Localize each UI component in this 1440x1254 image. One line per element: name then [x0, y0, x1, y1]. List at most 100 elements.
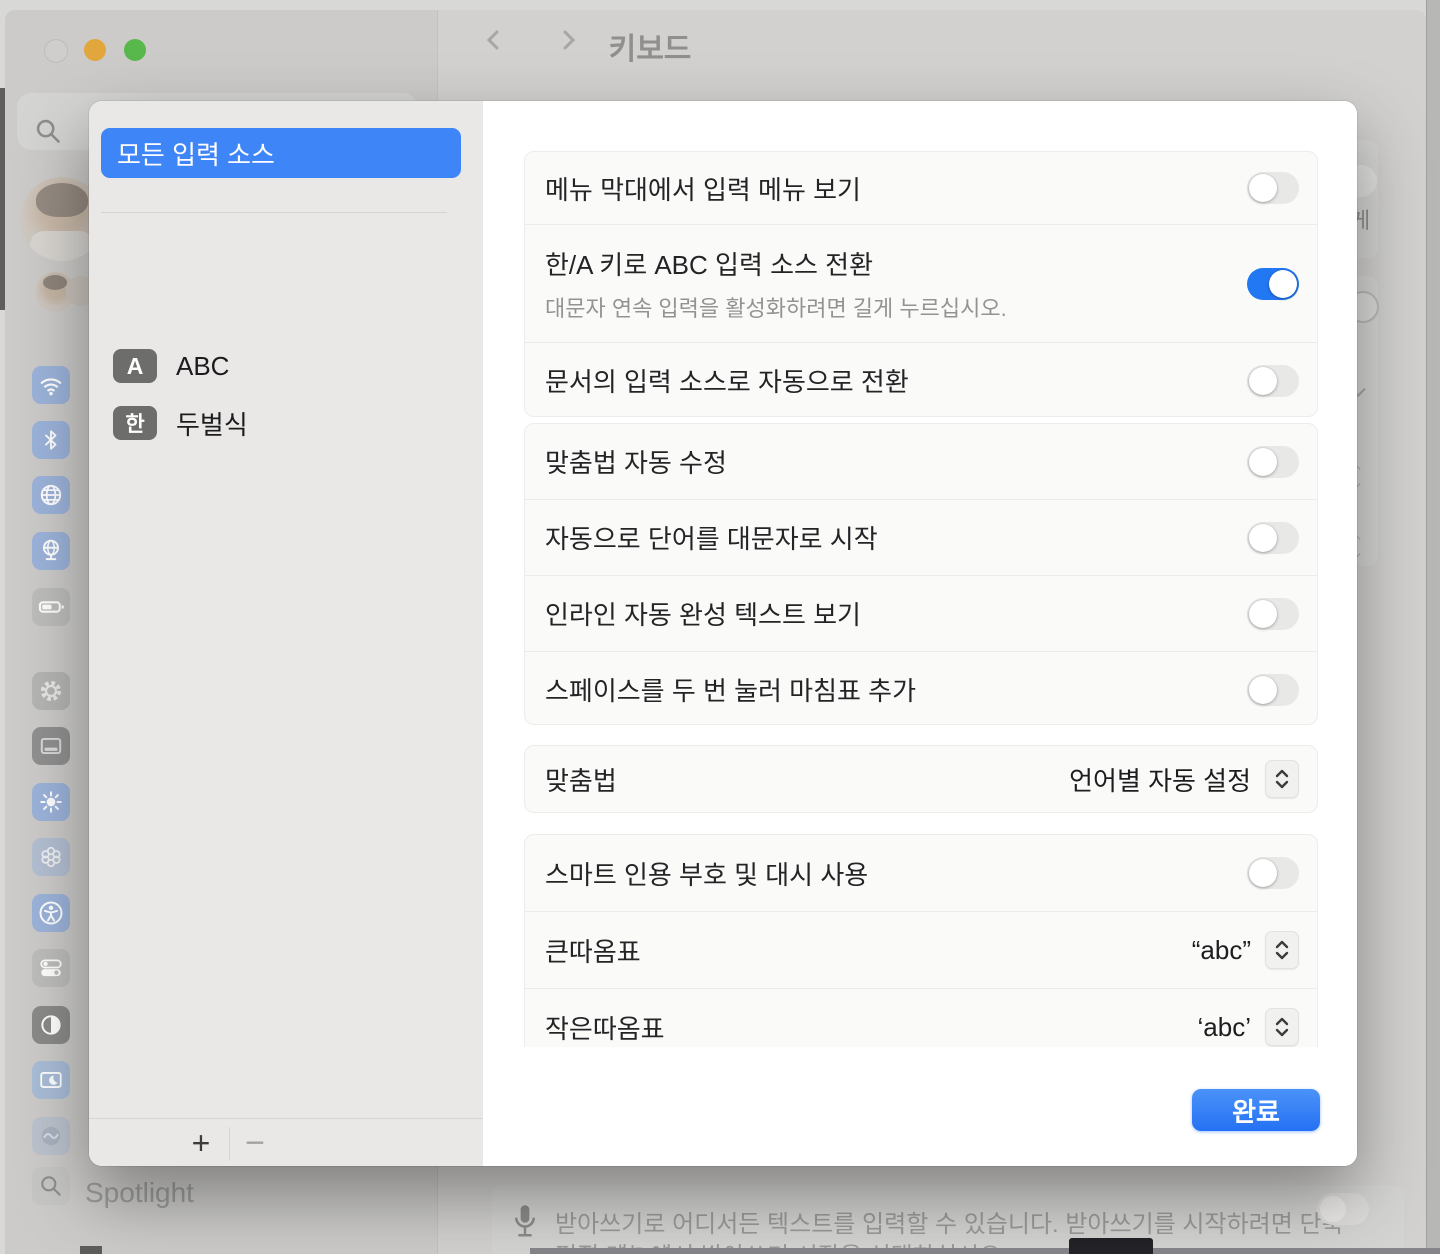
- sidebar-item-bluetooth[interactable]: [32, 421, 70, 459]
- settings-group-input-menu: 메뉴 막대에서 입력 메뉴 보기 한/A 키로 ABC 입력 소스 전환 대문자…: [524, 151, 1318, 417]
- setting-row: 맞춤법 언어별 자동 설정: [525, 746, 1317, 812]
- sidebar-item-battery[interactable]: [32, 588, 70, 626]
- setting-label: 인라인 자동 완성 텍스트 보기: [545, 595, 1247, 632]
- search-icon: [34, 117, 62, 145]
- spelling-popup-button[interactable]: [1265, 760, 1299, 798]
- auto-capitalize-toggle[interactable]: [1247, 522, 1299, 554]
- wallpaper-fragment: [80, 1246, 102, 1254]
- setting-label: 작은따옴표: [545, 1009, 1198, 1046]
- double-quote-popup-button[interactable]: [1265, 931, 1299, 969]
- page-title: 키보드: [560, 24, 740, 68]
- zoom-button[interactable]: [124, 39, 146, 61]
- remove-input-source-button[interactable]: −: [235, 1123, 275, 1163]
- battery-icon: [37, 593, 65, 621]
- sidebar-item-accessibility[interactable]: [32, 894, 70, 932]
- setting-label: 메뉴 막대에서 입력 메뉴 보기: [545, 170, 1247, 207]
- input-source-row-dubeolsik[interactable]: 한 두벌식: [89, 395, 483, 451]
- keycap-fragment: [1069, 1238, 1153, 1254]
- siri-icon: [38, 1123, 64, 1149]
- spotlight-magnifier-icon: [38, 1173, 64, 1199]
- gear-icon: [38, 678, 64, 704]
- sidebar-item-spotlight[interactable]: [32, 1167, 70, 1205]
- setting-row: 인라인 자동 완성 텍스트 보기: [525, 575, 1317, 651]
- up-down-chevrons-icon: [1274, 939, 1290, 961]
- sidebar-item-siri-spotlight[interactable]: [32, 1006, 70, 1044]
- double-space-period-toggle[interactable]: [1247, 674, 1299, 706]
- sidebar-item-all-input-sources[interactable]: 모든 입력 소스: [101, 128, 461, 178]
- abc-badge-icon: A: [113, 349, 157, 383]
- dock-strip: [530, 1248, 1440, 1254]
- flower-icon: [38, 844, 64, 870]
- setting-label: 문서의 입력 소스로 자동으로 전환: [545, 362, 1247, 399]
- sidebar-item-appearance[interactable]: [32, 783, 70, 821]
- setting-row: 스마트 인용 부호 및 대시 사용: [525, 835, 1317, 911]
- sidebar-item-siri[interactable]: [32, 1117, 70, 1155]
- globe-icon: [38, 482, 64, 508]
- back-icon[interactable]: [482, 28, 506, 52]
- screen: 키보드 Spotligh: [0, 0, 1440, 1254]
- inline-predictions-toggle[interactable]: [1247, 598, 1299, 630]
- sun-icon: [38, 789, 64, 815]
- setting-label: 스페이스를 두 번 눌러 마침표 추가: [545, 671, 1247, 708]
- dictation-toggle[interactable]: [1317, 1193, 1369, 1225]
- input-source-label: ABC: [176, 351, 229, 382]
- wifi-icon: [38, 372, 64, 398]
- globe-stand-icon: [38, 538, 64, 564]
- sidebar-item-screensaver[interactable]: [32, 1061, 70, 1099]
- sidebar-item-general[interactable]: [32, 672, 70, 710]
- setting-row: 한/A 키로 ABC 입력 소스 전환 대문자 연속 입력을 활성화하려면 길게…: [525, 224, 1317, 342]
- half-circle-icon: [38, 1012, 64, 1038]
- screen-moon-icon: [38, 1067, 64, 1093]
- toggles-icon: [38, 955, 64, 981]
- hangul-badge-icon: 한: [113, 406, 157, 440]
- microphone-icon: [510, 1200, 540, 1248]
- settings-group-text-correction: 맞춤법 자동 수정 자동으로 단어를 대문자로 시작 인라인 자동 완성 텍스트…: [524, 423, 1318, 725]
- settings-group-smart-quotes: 스마트 인용 부호 및 대시 사용 큰따옴표 “abc” 작은따옴표 ‘abc’: [524, 834, 1318, 1074]
- input-sources-dialog: 모든 입력 소스 A ABC 한 두벌식 + − 메뉴 막대에서 입력 메뉴 보…: [89, 101, 1357, 1166]
- sidebar-item-menubar[interactable]: [32, 727, 70, 765]
- setting-row: 자동으로 단어를 대문자로 시작: [525, 499, 1317, 575]
- setting-row: 문서의 입력 소스로 자동으로 전환: [525, 342, 1317, 417]
- sidebar-item-network[interactable]: [32, 476, 70, 514]
- single-quote-popup-value: ‘abc’: [1198, 1012, 1251, 1043]
- sidebar-item-wallpaper[interactable]: [32, 838, 70, 876]
- setting-row: 스페이스를 두 번 눌러 마침표 추가: [525, 651, 1317, 725]
- done-button[interactable]: 완료: [1192, 1089, 1320, 1131]
- setting-row: 큰따옴표 “abc”: [525, 911, 1317, 988]
- dialog-sidebar: 모든 입력 소스 A ABC 한 두벌식 + −: [89, 101, 483, 1166]
- auto-switch-document-toggle[interactable]: [1247, 365, 1299, 397]
- setting-row: 맞춤법 자동 수정: [525, 424, 1317, 499]
- setting-label: 한/A 키로 ABC 입력 소스 전환: [545, 245, 1247, 282]
- setting-label: 자동으로 단어를 대문자로 시작: [545, 519, 1247, 556]
- smart-quotes-toggle[interactable]: [1247, 857, 1299, 889]
- up-down-chevrons-icon: [1274, 1016, 1290, 1038]
- setting-label: 맞춤법: [545, 761, 1069, 798]
- autocorrect-toggle[interactable]: [1247, 446, 1299, 478]
- setting-row: 메뉴 막대에서 입력 메뉴 보기: [525, 152, 1317, 224]
- up-down-chevrons-icon: [1274, 768, 1290, 790]
- close-button[interactable]: [44, 39, 68, 63]
- setting-label: 스마트 인용 부호 및 대시 사용: [545, 855, 1247, 892]
- setting-label: 맞춤법 자동 수정: [545, 443, 1247, 480]
- setting-subtitle: 대문자 연속 입력을 활성화하려면 길게 누르십시오.: [545, 291, 1247, 323]
- desktop-dock-icon: [38, 733, 64, 759]
- add-input-source-button[interactable]: +: [181, 1123, 221, 1163]
- input-source-label: 두벌식: [176, 405, 248, 442]
- single-quote-popup-button[interactable]: [1265, 1008, 1299, 1046]
- show-input-menu-toggle[interactable]: [1247, 172, 1299, 204]
- bluetooth-icon: [40, 428, 62, 452]
- sidebar-item-vpn[interactable]: [32, 532, 70, 570]
- setting-label: 큰따옴표: [545, 932, 1192, 969]
- minimize-button[interactable]: [84, 39, 106, 61]
- input-source-row-abc[interactable]: A ABC: [89, 338, 483, 394]
- sidebar-footer-divider: [89, 1118, 483, 1119]
- footer-separator: [229, 1127, 230, 1161]
- all-input-sources-label: 모든 입력 소스: [117, 135, 275, 172]
- sidebar-divider: [101, 212, 447, 213]
- caps-switch-toggle[interactable]: [1247, 268, 1299, 300]
- desktop-edge: [1426, 0, 1440, 1254]
- settings-group-spelling: 맞춤법 언어별 자동 설정: [524, 745, 1318, 813]
- sidebar-item-wifi[interactable]: [32, 366, 70, 404]
- sidebar-item-spotlight-label: Spotlight: [85, 1177, 194, 1209]
- sidebar-item-control-center[interactable]: [32, 949, 70, 987]
